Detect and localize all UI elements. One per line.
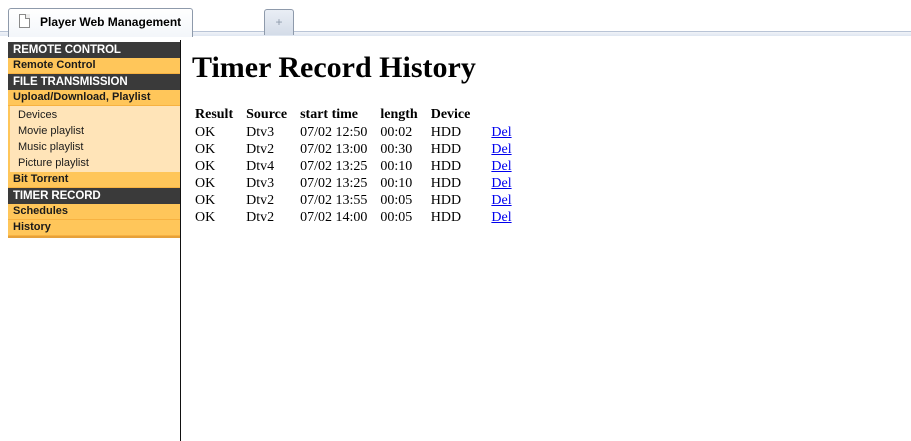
cell-length: 00:05 (380, 210, 413, 225)
cell-result: OK (195, 176, 216, 191)
cell-source: Dtv2 (246, 193, 275, 208)
sidebar-subitem-music-playlist[interactable]: Music playlist (10, 139, 180, 155)
column-header-start-time: start time (300, 107, 359, 122)
page-title: Timer Record History (192, 51, 476, 84)
delete-link[interactable]: Del (491, 125, 511, 140)
column-header-source: Source (246, 107, 288, 122)
delete-link[interactable]: Del (491, 176, 511, 191)
cell-action: Del (483, 141, 524, 158)
cell-start-time: 07/02 13:25 (300, 176, 368, 191)
sidebar-nav: REMOTE CONTROL Remote Control FILE TRANS… (8, 42, 180, 236)
cell-result: OK (195, 142, 216, 157)
cell-start-time: 07/02 13:25 (300, 159, 368, 174)
sidebar-subitem-movie-playlist[interactable]: Movie playlist (10, 123, 180, 139)
column-header-device: Device (430, 107, 471, 122)
cell-start-time: 07/02 13:00 (300, 142, 368, 157)
cell-start-time: 07/02 14:00 (300, 210, 368, 225)
cell-source: Dtv3 (246, 125, 275, 140)
cell-device: HDD (430, 193, 462, 208)
cell-source: Dtv2 (246, 210, 275, 225)
browser-tab-active[interactable]: Player Web Management (8, 8, 193, 37)
sidebar-item-history[interactable]: History (8, 220, 180, 236)
delete-link[interactable]: Del (491, 210, 511, 225)
tab-strip: Player Web Management + (0, 0, 911, 37)
cell-result: OK (195, 159, 216, 174)
cell-device: HDD (430, 210, 462, 225)
page-icon (19, 14, 30, 28)
plus-icon: + (275, 15, 283, 29)
column-header-result: Result (195, 107, 234, 122)
section-header-timer-record: TIMER RECORD (8, 188, 180, 204)
cell-start-time: 07/02 12:50 (300, 125, 368, 140)
history-table: Result Source start time length Device O… (195, 106, 525, 226)
section-header-remote-control: REMOTE CONTROL (8, 42, 180, 58)
sidebar-subitem-devices[interactable]: Devices (10, 107, 180, 123)
sidebar-subitem-picture-playlist[interactable]: Picture playlist (10, 155, 180, 171)
cell-action: Del (483, 124, 524, 141)
cell-source: Dtv4 (246, 159, 275, 174)
delete-link[interactable]: Del (491, 142, 511, 157)
column-header-length: length (380, 107, 418, 122)
cell-device: HDD (430, 159, 462, 174)
tab-title: Player Web Management (40, 15, 182, 29)
cell-action: Del (483, 209, 524, 226)
cell-source: Dtv2 (246, 142, 275, 157)
frame-divider (180, 40, 181, 441)
sidebar-item-upload-download-playlist[interactable]: Upload/Download, Playlist (8, 90, 180, 106)
sidebar-submenu-playlist: Devices Movie playlist Music playlist Pi… (10, 106, 180, 172)
browser-window: Player Web Management + REMOTE CONTROL R… (0, 0, 911, 441)
table-row: OK Dtv2 07/02 13:00 00:30 HDD Del (195, 141, 525, 158)
section-header-file-transmission: FILE TRANSMISSION (8, 74, 180, 90)
table-row: OK Dtv2 07/02 13:55 00:05 HDD Del (195, 192, 525, 209)
cell-length: 00:02 (380, 125, 413, 140)
table-row: OK Dtv2 07/02 14:00 00:05 HDD Del (195, 209, 525, 226)
sidebar-item-bit-torrent[interactable]: Bit Torrent (8, 172, 180, 188)
table-header-row: Result Source start time length Device (195, 106, 525, 124)
cell-start-time: 07/02 13:55 (300, 193, 368, 208)
delete-link[interactable]: Del (491, 193, 511, 208)
table-row: OK Dtv3 07/02 13:25 00:10 HDD Del (195, 175, 525, 192)
sidebar-item-remote-control[interactable]: Remote Control (8, 58, 180, 74)
table-row: OK Dtv4 07/02 13:25 00:10 HDD Del (195, 158, 525, 175)
cell-length: 00:30 (380, 142, 413, 157)
cell-result: OK (195, 193, 216, 208)
cell-action: Del (483, 158, 524, 175)
cell-length: 00:10 (380, 176, 413, 191)
delete-link[interactable]: Del (491, 159, 511, 174)
column-header-actions (483, 106, 524, 124)
cell-length: 00:05 (380, 193, 413, 208)
cell-source: Dtv3 (246, 176, 275, 191)
new-tab-button[interactable]: + (264, 9, 294, 35)
cell-length: 00:10 (380, 159, 413, 174)
cell-result: OK (195, 210, 216, 225)
table-row: OK Dtv3 07/02 12:50 00:02 HDD Del (195, 124, 525, 141)
cell-device: HDD (430, 176, 462, 191)
cell-result: OK (195, 125, 216, 140)
cell-device: HDD (430, 125, 462, 140)
sidebar-item-schedules[interactable]: Schedules (8, 204, 180, 220)
cell-action: Del (483, 175, 524, 192)
main-content: Timer Record History Result Source start… (192, 48, 911, 226)
cell-device: HDD (430, 142, 462, 157)
cell-action: Del (483, 192, 524, 209)
